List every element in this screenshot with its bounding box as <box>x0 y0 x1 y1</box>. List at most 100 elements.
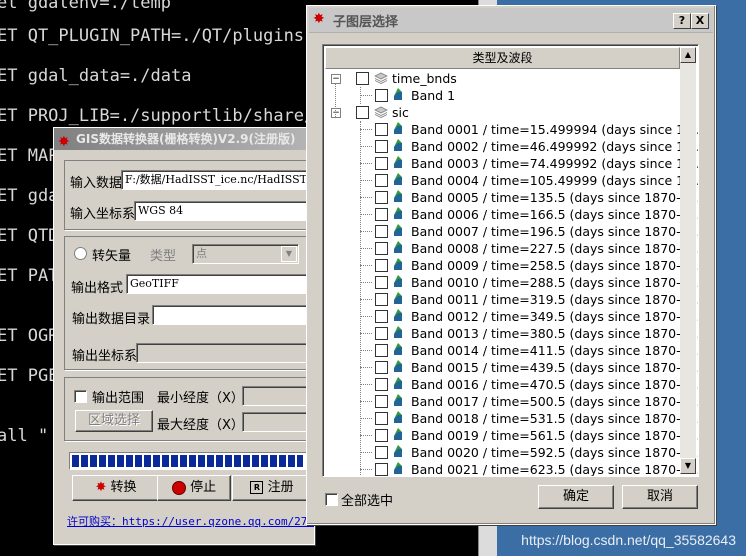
output-crs-field[interactable] <box>136 343 314 363</box>
to-vector-radio[interactable] <box>74 247 87 260</box>
tree-band-row[interactable]: Band 0018 / time=531.5 (days since 1870-… <box>323 410 698 427</box>
tree-connector <box>360 384 372 385</box>
tree-band-row[interactable]: Band 0015 / time=439.5 (days since 1870-… <box>323 359 698 376</box>
band-icon <box>394 207 402 219</box>
row-checkbox[interactable] <box>375 174 388 187</box>
row-checkbox[interactable] <box>375 225 388 238</box>
chevron-down-icon: ▼ <box>281 246 297 262</box>
tree-connector <box>360 146 372 147</box>
row-checkbox[interactable] <box>375 344 388 357</box>
min-lon-label: 最小经度（X） <box>157 391 244 406</box>
tree-band-row[interactable]: Band 0002 / time=46.499992 (days since 1… <box>323 138 698 155</box>
band-label: Band 0009 / time=258.5 (days since 1870-… <box>411 258 699 273</box>
output-extent-label: 输出范围 <box>92 391 145 406</box>
close-button[interactable]: X <box>691 13 709 29</box>
row-checkbox[interactable] <box>375 89 388 102</box>
tree-scrollbar[interactable]: ▲ ▼ <box>680 47 696 474</box>
row-checkbox[interactable] <box>375 242 388 255</box>
output-dir-field[interactable] <box>152 305 314 325</box>
band-label: Band 0008 / time=227.5 (days since 1870-… <box>411 241 699 256</box>
tree-band-row[interactable]: Band 0019 / time=561.5 (days since 1870-… <box>323 427 698 444</box>
tree-band-row[interactable]: Band 1 <box>323 87 678 104</box>
gis-title-bar[interactable]: ✸ GIS数据转换器(栅格转换)V2.9(注册版) <box>54 128 314 150</box>
band-label: Band 0007 / time=196.5 (days since 1870-… <box>411 224 699 239</box>
dialog-title-bar[interactable]: ✸ 子图层选择 ? X <box>309 8 713 33</box>
output-format-field[interactable]: GeoTIFF <box>126 274 314 294</box>
row-checkbox[interactable] <box>375 123 388 136</box>
band-icon <box>394 224 402 236</box>
stop-button[interactable]: 停止 <box>157 475 231 501</box>
row-checkbox[interactable] <box>356 106 369 119</box>
input-data-field[interactable]: F:/数据/HadISST_ice.nc/HadISST_ <box>121 170 314 190</box>
select-all-checkbox[interactable] <box>325 493 338 506</box>
region-select-button[interactable]: 区域选择 <box>75 410 153 432</box>
layer-stack-icon <box>374 106 388 118</box>
band-label: Band 0015 / time=439.5 (days since 1870-… <box>411 360 699 375</box>
tree-band-row[interactable]: Band 0017 / time=500.5 (days since 1870-… <box>323 393 698 410</box>
type-select[interactable]: 点 ▼ <box>192 244 299 264</box>
scroll-down-arrow[interactable]: ▼ <box>680 458 696 474</box>
tree-layer-row[interactable]: − time_bnds <box>323 70 678 87</box>
row-checkbox[interactable] <box>375 446 388 459</box>
band-label: Band 0014 / time=411.5 (days since 1870-… <box>411 343 699 358</box>
layer-stack-icon <box>374 72 388 84</box>
row-checkbox[interactable] <box>375 361 388 374</box>
tree-band-row[interactable]: Band 0005 / time=135.5 (days since 1870-… <box>323 189 698 206</box>
row-checkbox[interactable] <box>375 293 388 306</box>
help-button[interactable]: ? <box>673 13 691 29</box>
tree-band-row[interactable]: Band 0004 / time=105.49999 (days since 1… <box>323 172 698 189</box>
row-checkbox[interactable] <box>375 208 388 221</box>
convert-button[interactable]: ✸ 转换 <box>72 475 160 501</box>
collapse-toggle-icon[interactable]: − <box>331 108 341 118</box>
type-label: 类型 <box>150 249 177 264</box>
row-checkbox[interactable] <box>375 191 388 204</box>
collapse-toggle-icon[interactable]: − <box>331 74 341 84</box>
tree-band-row[interactable]: Band 0008 / time=227.5 (days since 1870-… <box>323 240 698 257</box>
tree-band-row[interactable]: Band 0012 / time=349.5 (days since 1870-… <box>323 308 698 325</box>
tree-band-row[interactable]: Band 0013 / time=380.5 (days since 1870-… <box>323 325 698 342</box>
tree-band-row[interactable]: Band 0020 / time=592.5 (days since 1870-… <box>323 444 698 461</box>
to-vector-label: 转矢量 <box>92 249 132 264</box>
row-checkbox[interactable] <box>375 276 388 289</box>
tree-band-row[interactable]: Band 0010 / time=288.5 (days since 1870-… <box>323 274 698 291</box>
row-checkbox[interactable] <box>375 140 388 153</box>
tree-band-row[interactable]: Band 0006 / time=166.5 (days since 1870-… <box>323 206 698 223</box>
row-checkbox[interactable] <box>375 259 388 272</box>
row-checkbox[interactable] <box>375 395 388 408</box>
tree-band-row[interactable]: Band 0009 / time=258.5 (days since 1870-… <box>323 257 698 274</box>
row-checkbox[interactable] <box>356 72 369 85</box>
row-checkbox[interactable] <box>375 429 388 442</box>
cancel-button[interactable]: 取消 <box>622 485 698 509</box>
output-extent-checkbox[interactable] <box>74 390 87 403</box>
row-checkbox[interactable] <box>375 463 388 476</box>
tree-layer-row[interactable]: − sic <box>323 104 678 121</box>
tree-band-row[interactable]: Band 0014 / time=411.5 (days since 1870-… <box>323 342 698 359</box>
tree-band-row[interactable]: Band 0001 / time=15.499994 (days since 1… <box>323 121 698 138</box>
dialog-title: 子图层选择 <box>333 15 399 30</box>
tree-connector <box>360 282 372 283</box>
tree-connector <box>360 333 372 334</box>
tree-band-row[interactable]: Band 0016 / time=470.5 (days since 1870-… <box>323 376 698 393</box>
scroll-up-arrow[interactable]: ▲ <box>680 47 696 63</box>
row-checkbox[interactable] <box>375 378 388 391</box>
row-checkbox[interactable] <box>375 327 388 340</box>
tree-band-row[interactable]: Band 0003 / time=74.499992 (days since 1… <box>323 155 698 172</box>
ok-button[interactable]: 确定 <box>538 485 614 509</box>
watermark: https://blog.csdn.net/qq_35582643 <box>521 532 736 548</box>
tree-band-row[interactable]: Band 0011 / time=319.5 (days since 1870-… <box>323 291 698 308</box>
tree-connector <box>335 83 336 117</box>
max-lon-field[interactable] <box>242 412 314 432</box>
row-checkbox[interactable] <box>375 157 388 170</box>
stop-icon <box>171 480 186 495</box>
row-checkbox[interactable] <box>375 412 388 425</box>
register-button[interactable]: R 注册 <box>232 475 312 501</box>
input-crs-field[interactable]: WGS 84 <box>134 201 314 221</box>
band-label: Band 1 <box>411 88 456 103</box>
tree-band-row[interactable]: Band 0021 / time=623.5 (days since 1870-… <box>323 461 698 476</box>
purchase-link[interactable]: 许可购买：https://user.qzone.qq.com/2705 <box>67 513 314 529</box>
min-lon-field[interactable] <box>242 386 314 406</box>
row-checkbox[interactable] <box>375 310 388 323</box>
tree-band-row[interactable]: Band 0007 / time=196.5 (days since 1870-… <box>323 223 698 240</box>
tree-connector <box>360 435 372 436</box>
column-header[interactable]: 类型及波段 <box>325 47 680 69</box>
